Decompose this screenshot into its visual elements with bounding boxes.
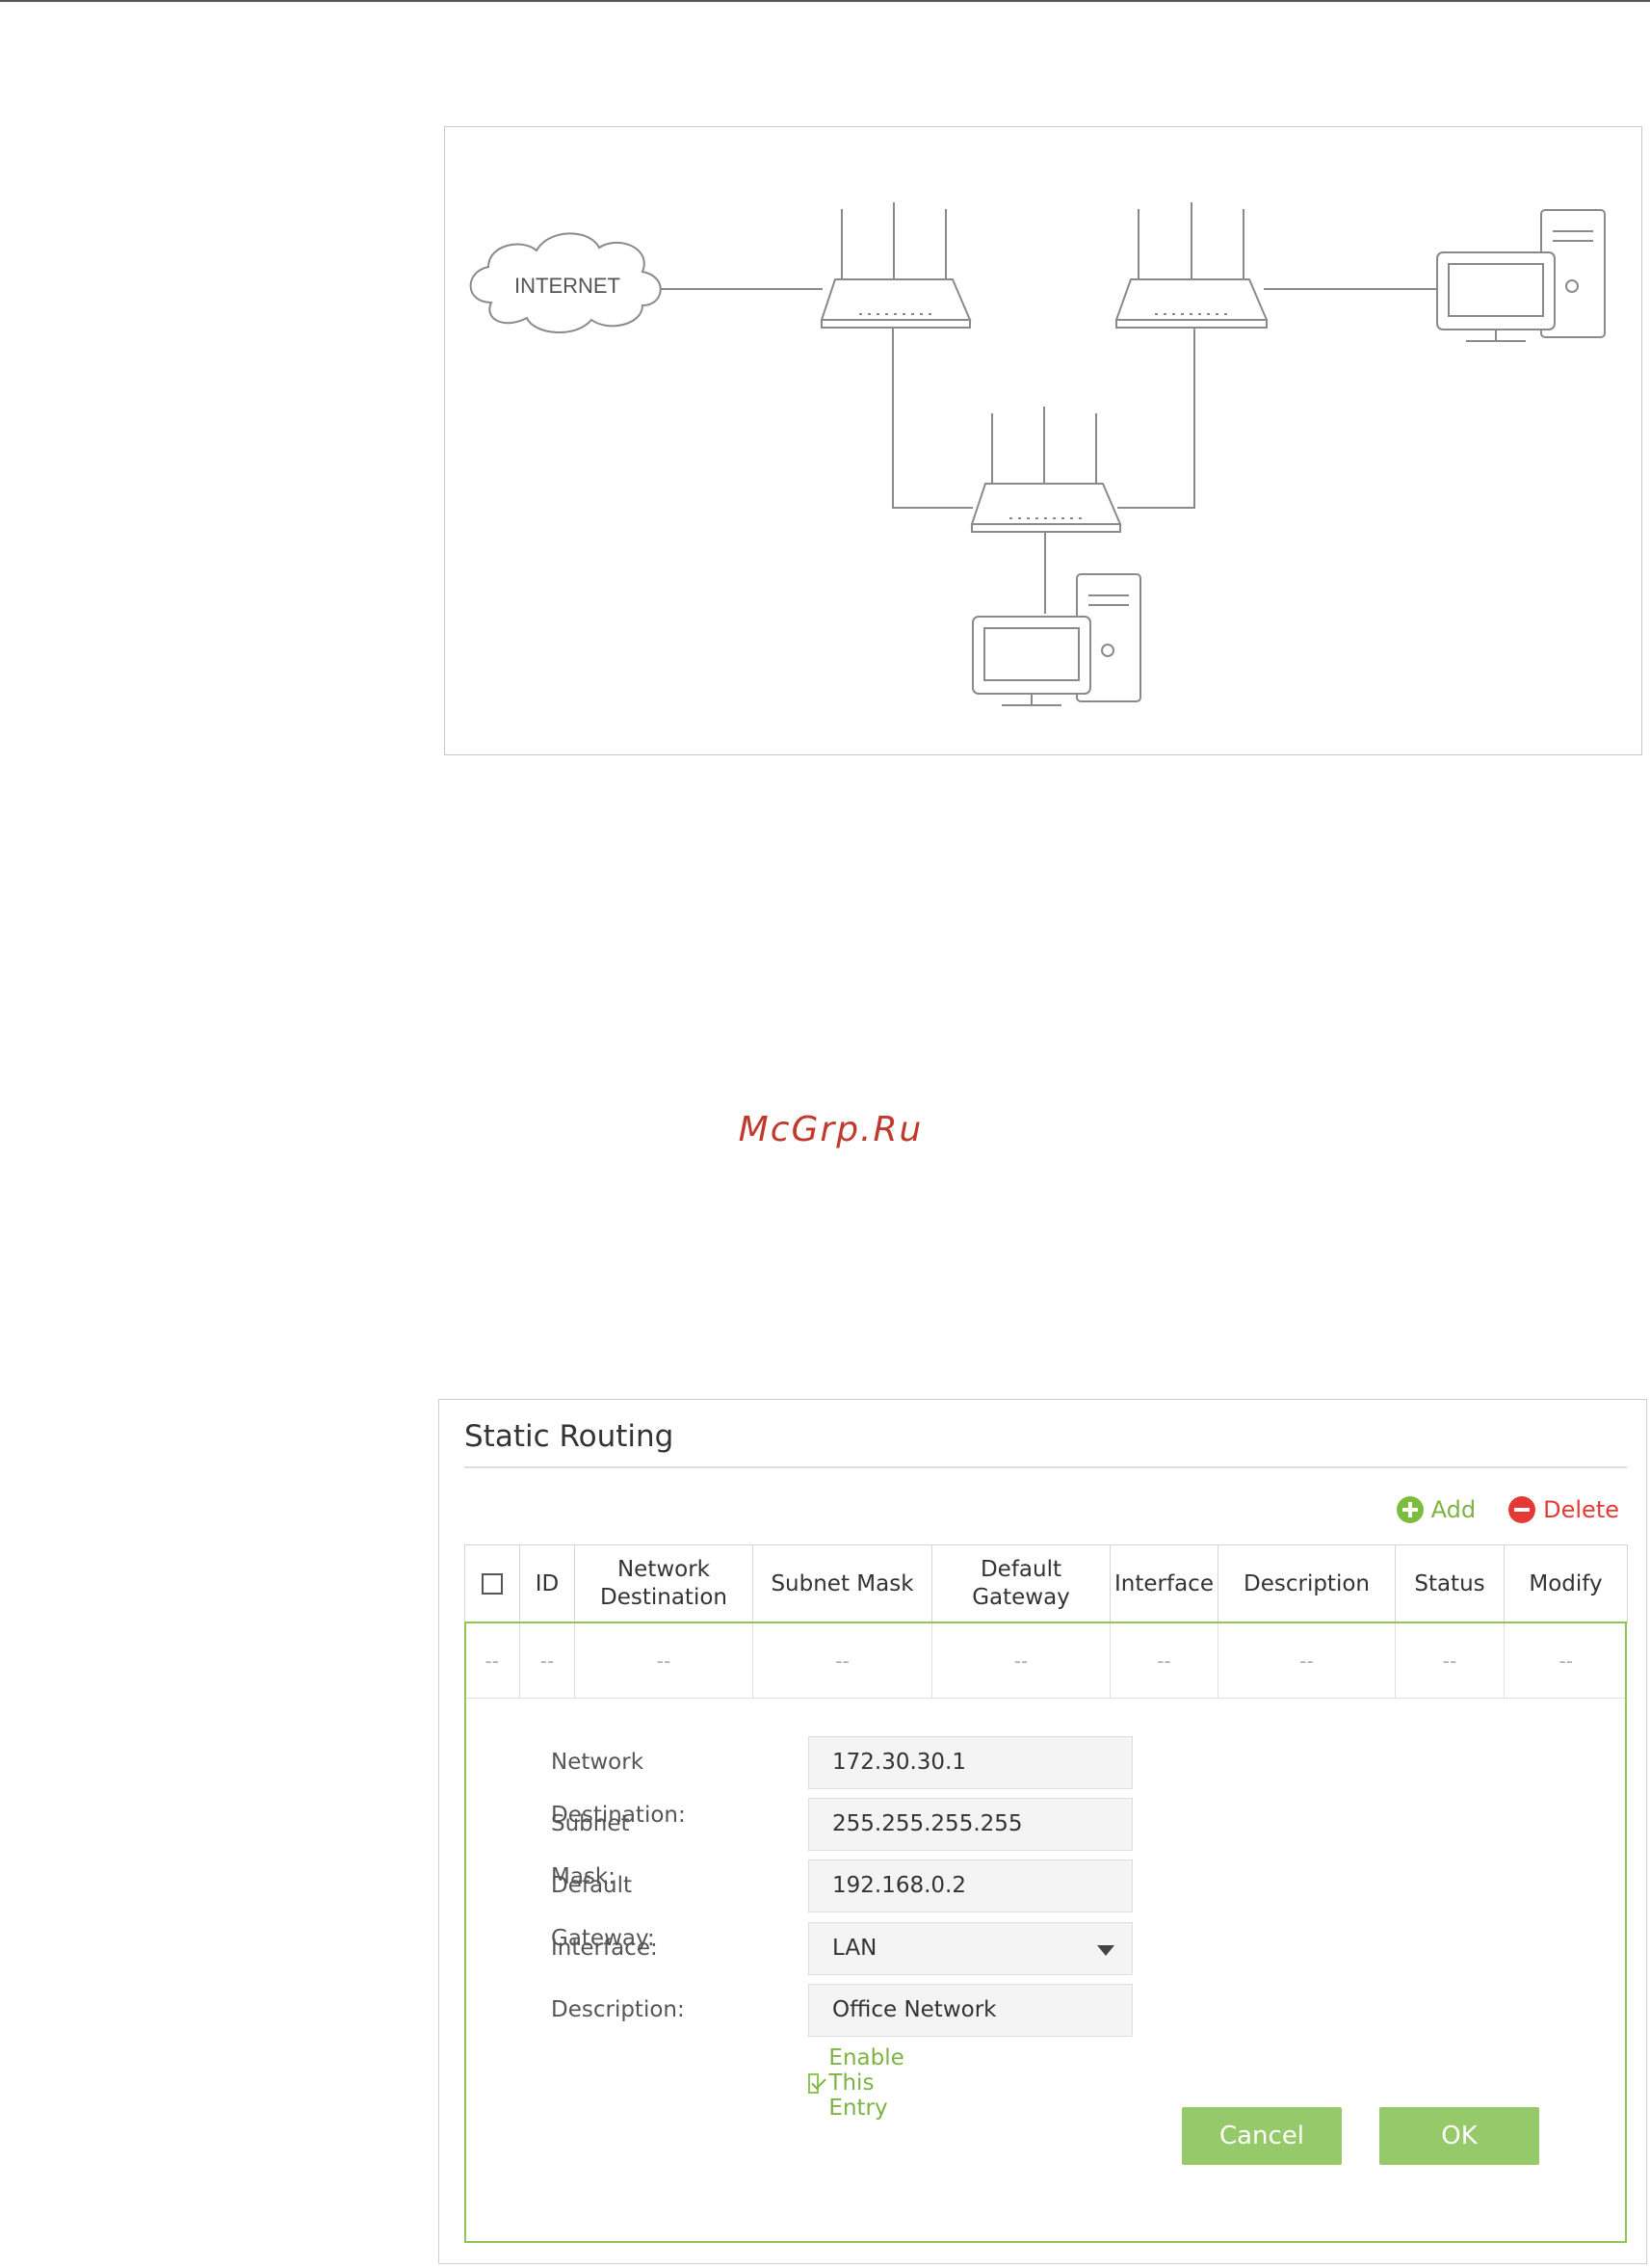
network-diagram-svg: INTERNET	[469, 202, 1606, 706]
router-icon	[1114, 202, 1269, 329]
enable-entry-label: Enable This Entry	[828, 2045, 904, 2121]
computer-icon	[972, 573, 1141, 706]
router-icon	[820, 202, 972, 329]
select-all-cell	[464, 1544, 520, 1623]
default-gateway-input[interactable]: 192.168.0.2	[808, 1859, 1133, 1912]
network-diagram: INTERNET	[444, 126, 1642, 755]
column-header: Description	[1218, 1544, 1396, 1623]
watermark: McGrp.Ru	[738, 1110, 924, 1149]
interface-select[interactable]: LAN	[808, 1922, 1133, 1975]
checkbox-checked-icon	[808, 2072, 820, 2094]
table-actions: Add Delete	[1396, 1496, 1619, 1523]
top-rule	[0, 0, 1650, 2]
interface-value: LAN	[832, 1936, 877, 1961]
description-input[interactable]: Office Network	[808, 1984, 1133, 2037]
title-divider	[464, 1466, 1627, 1468]
delete-label: Delete	[1543, 1496, 1619, 1523]
route-edit-form: Network Destination: 172.30.30.1 Subnet …	[464, 1622, 1627, 2243]
plus-circle-icon	[1396, 1496, 1424, 1523]
link-router1-router3	[892, 326, 973, 509]
internet-label: INTERNET	[514, 274, 620, 298]
column-header: Interface	[1110, 1544, 1218, 1623]
caret-down-icon	[1097, 1945, 1114, 1956]
static-routing-panel: Static Routing Add Delete ID Network Des…	[438, 1399, 1647, 2264]
enable-entry-checkbox[interactable]: Enable This Entry	[808, 2045, 913, 2121]
panel-title: Static Routing	[464, 1419, 674, 1454]
column-header: ID	[519, 1544, 575, 1623]
network-destination-input[interactable]: 172.30.30.1	[808, 1736, 1133, 1789]
ok-button[interactable]: OK	[1379, 2107, 1539, 2165]
add-button[interactable]: Add	[1396, 1496, 1477, 1523]
column-header: Modify	[1504, 1544, 1628, 1623]
cancel-button[interactable]: Cancel	[1182, 2107, 1342, 2165]
column-header: Subnet Mask	[752, 1544, 932, 1623]
column-header: Network Destination	[574, 1544, 753, 1623]
description-label: Description:	[551, 1997, 685, 2022]
table-header-row: ID Network Destination Subnet Mask Defau…	[464, 1544, 1628, 1623]
add-label: Add	[1430, 1496, 1477, 1523]
column-header: Default Gateway	[931, 1544, 1111, 1623]
computer-icon	[1436, 209, 1606, 342]
select-all-checkbox[interactable]	[482, 1573, 503, 1595]
interface-label: Interface:	[551, 1936, 658, 1961]
column-header: Status	[1395, 1544, 1505, 1623]
router-icon	[970, 407, 1122, 533]
minus-circle-icon	[1508, 1496, 1536, 1523]
delete-button[interactable]: Delete	[1508, 1496, 1619, 1523]
subnet-mask-input[interactable]: 255.255.255.255	[808, 1798, 1133, 1851]
link-router2-router3	[1117, 326, 1195, 509]
